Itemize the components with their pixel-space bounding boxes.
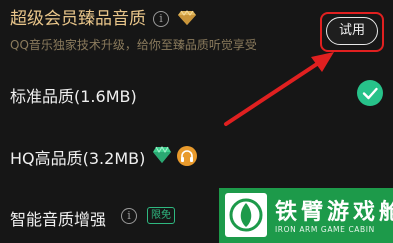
option-label: 智能音质增强 — [10, 210, 107, 229]
check-icon — [357, 80, 383, 106]
option-label: HQ高品质(3.2MB) — [10, 149, 146, 168]
trial-button[interactable]: 试用 — [326, 17, 378, 45]
premium-quality-title: 超级会员臻品音质 — [10, 9, 146, 29]
watermark-subtitle: IRON ARM GAME CABIN — [275, 225, 375, 234]
option-label: 标准品质(1.6MB) — [10, 87, 137, 106]
logo — [225, 193, 267, 237]
premium-quality-subtitle: QQ音乐独家技术升级，给你至臻品质听觉享受 — [10, 38, 257, 52]
diamond-icon — [178, 10, 196, 25]
headphone-icon — [177, 146, 197, 166]
info-icon[interactable]: i — [121, 208, 137, 224]
green-diamond-icon — [153, 146, 171, 163]
option-hq-quality[interactable]: HQ高品质(3.2MB) — [0, 132, 393, 180]
info-icon[interactable]: i — [153, 11, 169, 27]
option-standard-quality[interactable]: 标准品质(1.6MB) — [0, 70, 393, 118]
watermark-banner: 铁臂游戏舱 IRON ARM GAME CABIN — [219, 188, 393, 243]
watermark-title: 铁臂游戏舱 — [275, 200, 393, 225]
free-badge: 限免 — [147, 207, 175, 224]
